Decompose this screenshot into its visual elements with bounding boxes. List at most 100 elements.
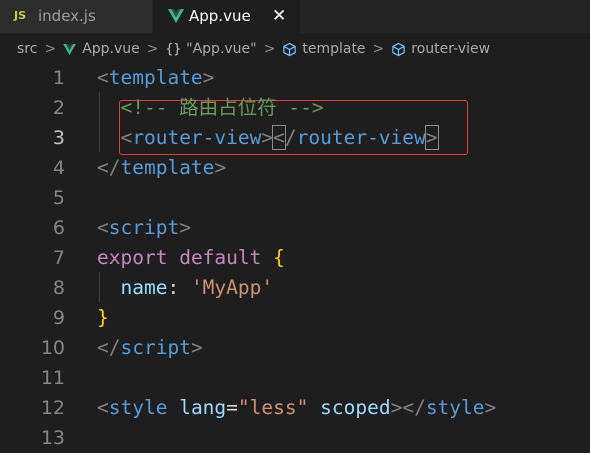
code-token: template [120,156,215,179]
line-number: 12 [40,397,65,419]
code-text: </script> [97,333,203,363]
breadcrumb-item-router-view[interactable]: router-view [391,41,490,57]
code-text: <router-view></router-view> [97,123,439,153]
code-token: / [284,126,297,149]
line-number: 2 [52,97,65,119]
code-token: </ [97,336,121,359]
code-line[interactable]: 9} [0,303,590,333]
code-token: >< [390,396,415,419]
code-line[interactable]: 10 </script> [0,333,590,363]
code-token: < [120,126,133,149]
chevron-right-icon: > [372,41,385,57]
js-file-icon: JS [14,9,27,22]
code-line[interactable]: 12 <style lang="less" scoped></style> [0,393,590,423]
breadcrumb-item-src[interactable]: src [17,41,37,57]
code-text: <template> [97,63,214,93]
code-token: > [179,216,191,239]
code-token: script [108,216,180,239]
code-token: } [97,306,109,329]
code-line[interactable]: 8 name: 'MyApp' [0,273,590,303]
code-line[interactable]: 4 </template> [0,153,590,183]
code-token: export [97,246,168,269]
code-token: script [120,336,191,359]
code-line[interactable]: 6 <script> [0,213,590,243]
line-number: 1 [52,67,65,89]
line-number: 6 [52,217,65,239]
code-line[interactable]: 3 <router-view></router-view> [0,123,590,153]
tab-label: index.js [38,7,96,25]
code-token: < [97,66,109,89]
code-token: > [484,396,497,419]
code-token: "less" [237,396,309,419]
code-token: { [273,246,285,269]
code-line[interactable]: 11 [0,363,590,393]
breadcrumb-item-app-vue[interactable]: App.vue [63,41,140,57]
code-token: < [272,125,286,150]
tab-index-js[interactable]: JS index.js [0,0,153,33]
code-token: style [425,396,485,419]
code-token: > [202,66,215,89]
code-token: template [108,66,203,89]
cube-icon [392,42,406,56]
breadcrumb: src > App.vue > {} "App.vue" > template … [0,36,590,62]
code-token: <!-- 路由占位符 --> [120,96,324,119]
line-number: 11 [40,367,65,389]
code-token: name [120,276,168,299]
code-token: < [97,216,109,239]
code-line[interactable]: 5 [0,183,590,213]
code-text: </template> [97,153,226,183]
code-editor[interactable]: 1 <template> 2 <!-- 路由占位符 --> 3 <router-vie… [0,62,590,451]
line-number: 4 [52,157,65,179]
code-text: <!-- 路由占位符 --> [97,93,324,123]
line-number: 7 [52,247,65,269]
code-text: export default { [97,243,285,273]
tab-label: App.vue [189,7,251,25]
code-token: > [261,126,274,149]
line-number: 9 [52,307,65,329]
code-token: default [179,246,262,269]
code-line[interactable]: 1 <template> [0,63,590,93]
code-token: > [424,125,439,150]
code-token: < [97,396,109,419]
chevron-right-icon: > [263,41,276,57]
code-line[interactable]: 7 export default { [0,243,590,273]
code-token: style [108,396,168,419]
line-number: 10 [40,337,65,359]
code-token: > [190,336,203,359]
code-token: > [214,156,227,179]
vue-file-icon [63,43,76,55]
cube-icon [283,42,297,56]
code-text: } [97,303,109,333]
braces-icon: {} [165,41,182,57]
code-token: lang [179,396,227,419]
tab-app-vue[interactable]: App.vue ✕ [153,0,300,33]
code-token: router-view [296,126,426,149]
code-text: <script> [97,213,191,243]
chevron-right-icon: > [44,41,57,57]
line-number: 13 [40,427,65,449]
code-line[interactable]: 2 <!-- 路由占位符 --> [0,93,590,123]
close-icon[interactable]: ✕ [272,6,286,26]
code-line[interactable]: 13 [0,423,590,453]
code-token: router-view [132,126,262,149]
breadcrumb-item-module[interactable]: {} "App.vue" [166,41,257,57]
line-number: 8 [52,277,65,299]
code-token: : [167,276,191,299]
code-text: name: 'MyApp' [97,273,273,303]
tab-bar: JS index.js App.vue ✕ [0,0,590,33]
code-text: <style lang="less" scoped></style> [97,393,496,423]
breadcrumb-item-template[interactable]: template [282,41,366,57]
code-token: scoped [320,396,391,419]
chevron-right-icon: > [146,41,159,57]
vue-file-icon [168,9,184,23]
line-number: 5 [52,187,65,209]
line-number: 3 [52,127,65,149]
code-token: </ [97,156,121,179]
